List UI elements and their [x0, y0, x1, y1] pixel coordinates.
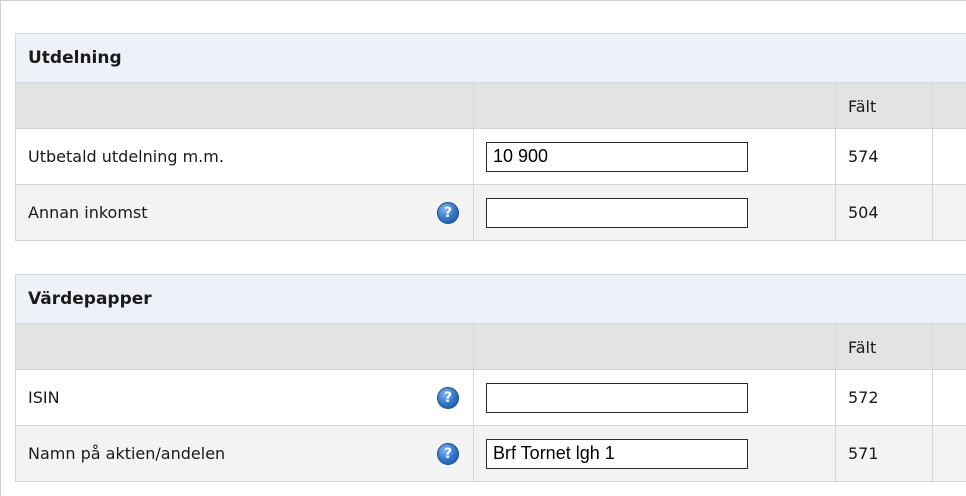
- table-row-isin: ISIN ? 572: [15, 370, 966, 426]
- table-row-namn-pa-aktien: Namn på aktien/andelen ? 571: [15, 426, 966, 482]
- namn-pa-aktien-input[interactable]: [486, 438, 748, 469]
- question-mark-icon[interactable]: ?: [437, 386, 459, 409]
- annan-inkomst-input[interactable]: [486, 197, 748, 228]
- table-row-annan-inkomst: Annan inkomst ? 504: [15, 185, 966, 241]
- falt-number: 574: [836, 129, 933, 184]
- isin-input[interactable]: [486, 382, 748, 413]
- utbetald-utdelning-input[interactable]: [486, 141, 748, 172]
- question-mark-icon[interactable]: ?: [437, 201, 459, 224]
- section-utdelning: Utdelning Fält Utbetald utdelning m.m. 5…: [15, 33, 966, 241]
- falt-column-header: Fält: [836, 83, 933, 128]
- falt-column-header: Fält: [836, 324, 933, 369]
- field-label: ISIN: [28, 388, 60, 407]
- falt-number: 572: [836, 370, 933, 425]
- section-vardepapper: Värdepapper Fält ISIN ? 572 Namn på akti…: [15, 274, 966, 482]
- falt-number: 571: [836, 426, 933, 481]
- falt-number: 504: [836, 185, 933, 240]
- field-label: Annan inkomst: [28, 203, 148, 222]
- column-header-row: Fält: [15, 324, 966, 370]
- table-row-utbetald-utdelning: Utbetald utdelning m.m. 574: [15, 129, 966, 185]
- section-title: Utdelning: [15, 33, 966, 83]
- section-title: Värdepapper: [15, 274, 966, 324]
- field-label: Utbetald utdelning m.m.: [28, 147, 224, 166]
- column-header-row: Fält: [15, 83, 966, 129]
- field-label: Namn på aktien/andelen: [28, 444, 226, 463]
- form-page: Utdelning Fält Utbetald utdelning m.m. 5…: [0, 0, 966, 496]
- question-mark-icon[interactable]: ?: [437, 442, 459, 465]
